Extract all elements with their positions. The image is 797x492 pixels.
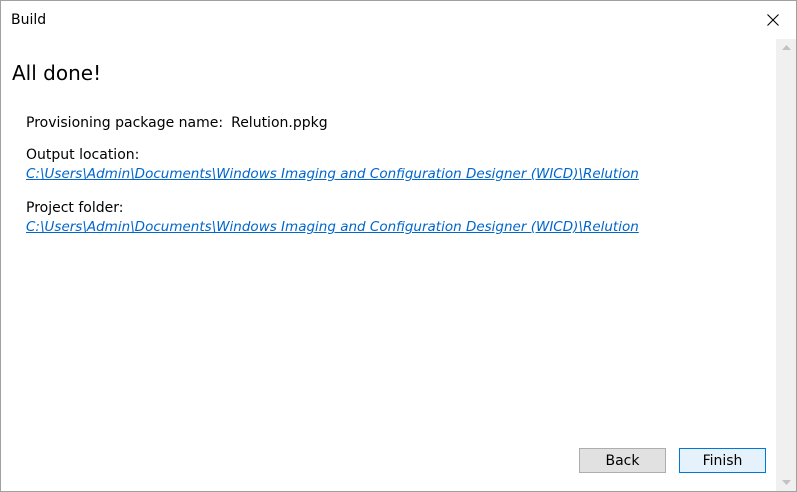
package-name-value: Relution.ppkg	[231, 115, 328, 131]
package-name-row: Provisioning package name: Relution.ppkg	[26, 114, 328, 132]
project-folder-link[interactable]: C:\Users\Admin\Documents\Windows Imaging…	[26, 218, 639, 236]
back-button[interactable]: Back	[579, 448, 666, 473]
scroll-up-arrow-icon	[781, 45, 791, 50]
scroll-up-button[interactable]	[776, 39, 796, 56]
package-name-label: Provisioning package name:	[26, 115, 224, 131]
vertical-scrollbar[interactable]	[776, 39, 796, 491]
page-title: All done!	[12, 61, 102, 85]
build-dialog: Build All done! Provisioning package nam…	[0, 0, 797, 492]
close-button[interactable]	[750, 1, 796, 39]
output-location-link[interactable]: C:\Users\Admin\Documents\Windows Imaging…	[26, 165, 639, 183]
scroll-down-arrow-icon	[781, 480, 791, 485]
title-bar: Build	[1, 1, 796, 39]
window-title: Build	[11, 12, 47, 28]
output-location-label: Output location:	[26, 147, 140, 163]
finish-button[interactable]: Finish	[679, 448, 766, 473]
project-folder-label: Project folder:	[26, 200, 124, 216]
scroll-down-button[interactable]	[776, 474, 796, 491]
content-area: All done! Provisioning package name: Relu…	[1, 39, 776, 491]
close-icon	[767, 14, 779, 26]
